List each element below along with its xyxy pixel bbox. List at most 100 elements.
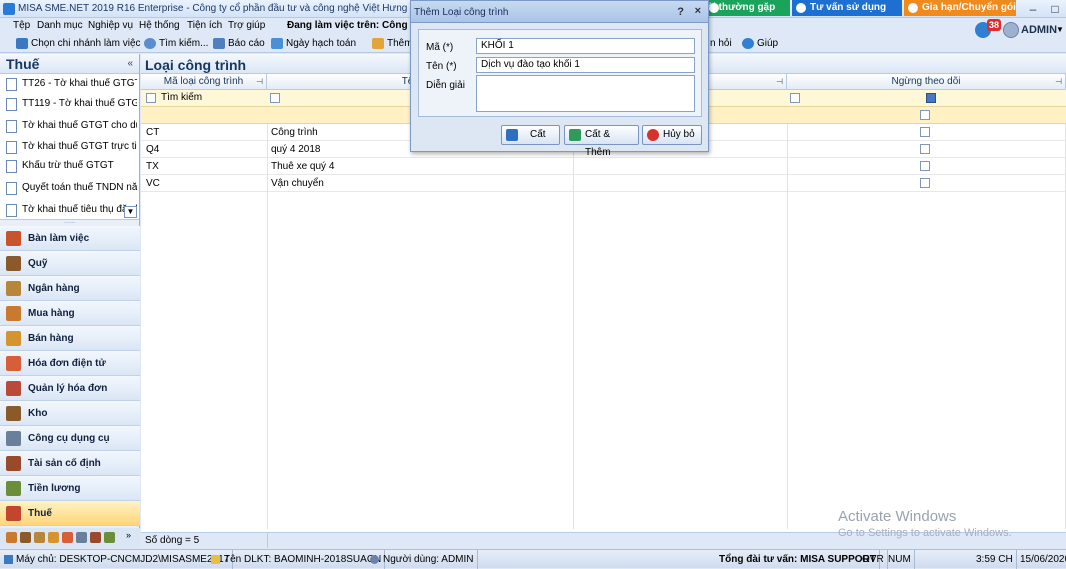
posting-date-label: Ngày hạch toán xyxy=(286,38,357,49)
column-header-code[interactable]: Mã loại công trình ⊣ xyxy=(141,74,267,90)
save-button[interactable]: Cất xyxy=(501,125,560,145)
shortcut-icon[interactable] xyxy=(104,532,115,543)
renew-button[interactable]: Gia hạn/Chuyển gói xyxy=(904,0,1016,16)
menu-operations[interactable]: Nghiệp vụ xyxy=(88,20,133,31)
pin-icon[interactable]: ⊣ xyxy=(256,74,263,89)
filter-toggle-icon[interactable] xyxy=(146,93,156,103)
doc-label: TT26 - Tờ khai thuế GTGT... xyxy=(22,78,137,89)
faq-button[interactable]: ỏi thường gặp xyxy=(705,0,790,16)
collapse-button[interactable]: « xyxy=(127,58,133,69)
more-shortcuts-icon[interactable]: » xyxy=(126,530,131,540)
filter-toggle-icon[interactable] xyxy=(270,93,280,103)
user-dropdown-icon[interactable]: ▼ xyxy=(1056,25,1064,34)
nav-label: Kho xyxy=(28,408,48,419)
doc-item[interactable]: TT26 - Tờ khai thuế GTGT... xyxy=(4,74,137,94)
inactive-checkbox[interactable] xyxy=(920,178,930,188)
report-button[interactable]: Báo cáo xyxy=(213,38,265,49)
doc-item[interactable]: Tờ khai thuế GTGT trực tiế... xyxy=(4,137,137,157)
server-icon xyxy=(4,555,13,564)
sales-icon xyxy=(6,331,21,346)
dialog-title-bar: Thêm Loại công trình ? × xyxy=(411,1,708,23)
nav-cash[interactable]: Quỹ xyxy=(0,251,140,276)
nav-desktop[interactable]: Bàn làm việc xyxy=(0,226,140,251)
maximize-button[interactable]: □ xyxy=(1044,0,1066,18)
filter-toggle-icon[interactable] xyxy=(790,93,800,103)
doc-item[interactable]: Khấu trừ thuế GTGT xyxy=(4,156,137,176)
doc-item[interactable]: TT119 - Tờ khai thuế GTG... xyxy=(4,94,137,114)
minimize-button[interactable]: – xyxy=(1022,0,1044,18)
description-textarea[interactable] xyxy=(476,75,695,112)
cell-code: Q4 xyxy=(146,144,160,155)
dialog-close-button[interactable]: × xyxy=(695,5,701,17)
menu-utilities[interactable]: Tiện ích xyxy=(187,20,222,31)
search-button[interactable]: Tìm kiếm... xyxy=(144,38,208,49)
shortcut-icon[interactable] xyxy=(48,532,59,543)
shortcut-icon[interactable] xyxy=(34,532,45,543)
menu-catalog[interactable]: Danh mục xyxy=(37,20,83,31)
nav-tax[interactable]: Thuế xyxy=(0,501,140,526)
inactive-checkbox[interactable] xyxy=(920,144,930,154)
menu-file[interactable]: Tệp xyxy=(13,20,30,31)
branch-button[interactable]: Chọn chi nhánh làm việc xyxy=(16,38,141,49)
menu-system[interactable]: Hệ thống xyxy=(139,20,180,31)
add-project-type-dialog: Thêm Loại công trình ? × Mã (*) KHỐI 1 T… xyxy=(410,0,709,158)
nav-invoice-management[interactable]: Quản lý hóa đơn xyxy=(0,376,140,401)
nav-label: Công cụ dụng cụ xyxy=(28,433,110,444)
name-input[interactable]: Dịch vụ đào tạo khối 1 xyxy=(476,57,695,73)
splitter-grip[interactable]: ...... xyxy=(0,218,140,226)
search-icon xyxy=(144,38,156,49)
doc-item[interactable]: Quyết toán thuế TNDN nă... xyxy=(4,178,137,198)
pin-icon[interactable]: ⊣ xyxy=(1055,74,1062,89)
dialog-help-button[interactable]: ? xyxy=(677,6,684,18)
save-icon xyxy=(506,129,518,141)
user-name[interactable]: ADMIN xyxy=(1021,24,1057,36)
nav-fixed-assets[interactable]: Tài sản cố định xyxy=(0,451,140,476)
left-panel: Thuế « TT26 - Tờ khai thuế GTGT... TT119… xyxy=(0,54,140,548)
nav-inventory[interactable]: Kho xyxy=(0,401,140,426)
cell-name: quý 4 2018 xyxy=(271,144,321,155)
shortcut-icon[interactable] xyxy=(76,532,87,543)
filter-inactive-checkbox[interactable] xyxy=(926,93,936,103)
inactive-checkbox[interactable] xyxy=(920,127,930,137)
help-button[interactable]: Giúp xyxy=(742,38,778,49)
add-button[interactable]: Thêm xyxy=(372,38,413,49)
document-icon xyxy=(6,98,17,111)
menu-help[interactable]: Trợ giúp xyxy=(228,20,265,31)
inactive-checkbox[interactable] xyxy=(920,110,930,120)
inactive-checkbox[interactable] xyxy=(920,161,930,171)
nav-payroll[interactable]: Tiền lương xyxy=(0,476,140,501)
code-input[interactable]: KHỐI 1 xyxy=(476,38,695,54)
shortcut-icon[interactable] xyxy=(90,532,101,543)
pin-icon[interactable]: ⊣ xyxy=(776,74,783,89)
nav-bank[interactable]: Ngân hàng xyxy=(0,276,140,301)
cell-code: CT xyxy=(146,127,160,138)
shortcut-icon[interactable] xyxy=(62,532,73,543)
status-date: 15/06/2020 xyxy=(1020,554,1066,565)
nav-label: Quỹ xyxy=(28,258,48,269)
cancel-button[interactable]: Hủy bỏ xyxy=(642,125,702,145)
nav-sales[interactable]: Bán hàng xyxy=(0,326,140,351)
status-db: Tên DLKT: BAOMINH-2018SUACN xyxy=(208,550,386,569)
doc-item[interactable]: Tờ khai thuế GTGT cho dự... xyxy=(4,116,137,136)
status-server: Máy chủ: DESKTOP-CNCMJD2\MISASME2017 xyxy=(2,550,234,569)
cell-name: Công trình xyxy=(271,127,318,138)
nav-tools[interactable]: Công cụ dụng cụ xyxy=(0,426,140,451)
save-and-add-button[interactable]: Cất & Thêm xyxy=(564,125,639,158)
posting-date-button[interactable]: Ngày hạch toán xyxy=(271,38,356,49)
cancel-label: Hủy bỏ xyxy=(663,129,695,140)
doc-item[interactable]: Tờ khai thuế tiêu thụ đặc bi... xyxy=(4,200,137,220)
save-label: Cất xyxy=(530,129,546,140)
column-header-inactive[interactable]: Ngừng theo dõi ⊣ xyxy=(787,74,1066,90)
nav-e-invoice[interactable]: Hóa đơn điện tử xyxy=(0,351,140,376)
nav-label: Tiền lương xyxy=(28,483,81,494)
consult-button[interactable]: Tư vấn sử dụng xyxy=(792,0,902,16)
avatar[interactable] xyxy=(1003,22,1019,38)
user-icon xyxy=(370,555,379,564)
shortcut-icon[interactable] xyxy=(20,532,31,543)
document-icon xyxy=(6,78,17,91)
table-row[interactable]: VC Vận chuyển xyxy=(141,175,1066,192)
doc-list-dropdown[interactable]: ▼ xyxy=(124,206,137,218)
payroll-icon xyxy=(6,481,21,496)
shortcut-icon[interactable] xyxy=(6,532,17,543)
nav-purchase[interactable]: Mua hàng xyxy=(0,301,140,326)
